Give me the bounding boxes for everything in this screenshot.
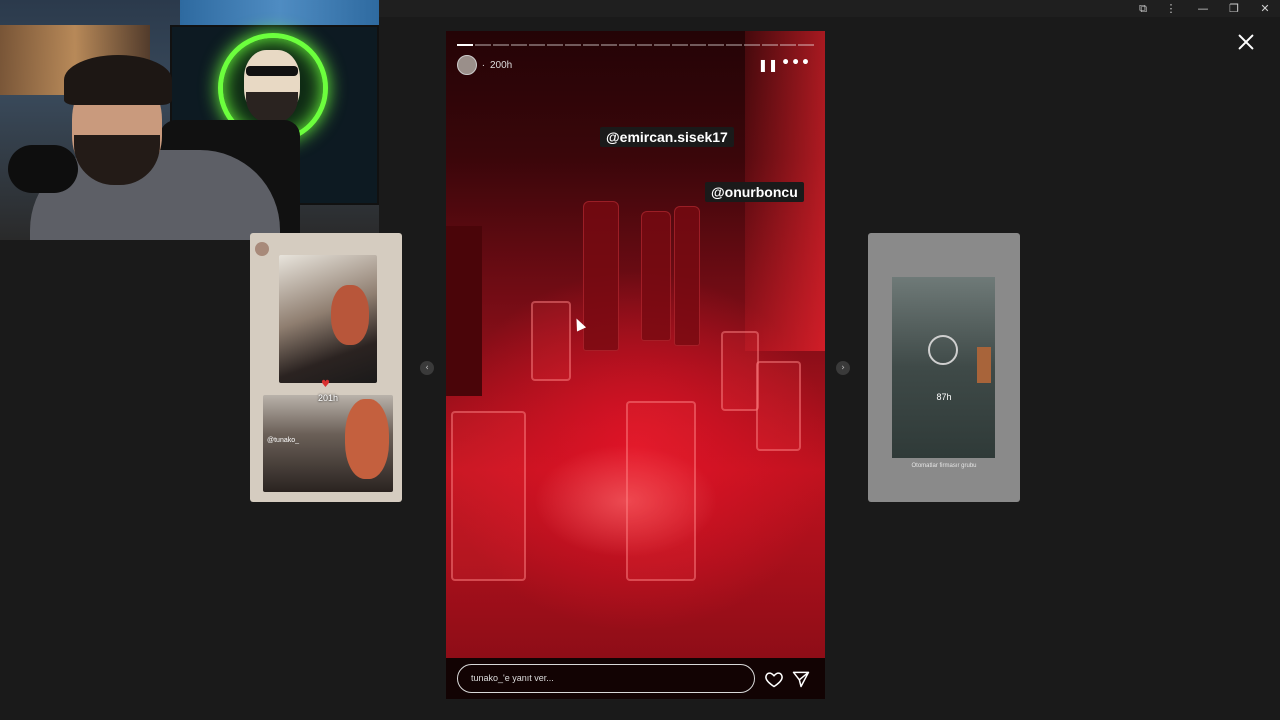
thumb-photo — [892, 277, 995, 458]
previous-arrow-icon[interactable]: ‹ — [420, 361, 434, 375]
progress-segment — [690, 44, 707, 46]
progress-segment — [618, 44, 635, 46]
progress-segment — [546, 44, 563, 46]
thumb-time: 87h — [936, 392, 952, 402]
more-icon[interactable]: ••• — [781, 55, 811, 71]
microphone — [8, 145, 78, 193]
extensions-icon[interactable]: ⧉ — [1128, 0, 1158, 17]
next-story-thumbnail[interactable]: 87h Otomatlar firmasır grubu — [868, 233, 1020, 502]
thumb-caption: Otomatlar firmasır grubu — [911, 463, 977, 469]
pause-icon[interactable]: ❚❚ — [758, 58, 778, 72]
progress-segment — [457, 44, 473, 46]
progress-segment — [528, 44, 545, 46]
story-bottle — [583, 201, 619, 351]
progress-segment — [708, 44, 725, 46]
heart-icon[interactable] — [764, 669, 784, 689]
next-arrow-icon[interactable]: › — [836, 361, 850, 375]
progress-segment — [726, 44, 743, 46]
restore-icon[interactable]: ❐ — [1219, 0, 1249, 17]
story-glass — [721, 331, 759, 411]
story-can — [446, 226, 482, 396]
thumb-avatar-ring — [928, 335, 958, 365]
neon-logo-sunglasses — [246, 66, 298, 76]
story-glass — [531, 301, 571, 381]
story-glass — [626, 401, 696, 581]
story-author-avatar[interactable] — [457, 55, 477, 75]
mention-sticker[interactable]: @onurboncu — [705, 182, 804, 202]
progress-segment — [474, 44, 491, 46]
progress-segment — [564, 44, 581, 46]
story-author-name[interactable]: . — [482, 58, 485, 69]
progress-segment — [780, 44, 797, 46]
story-bottle — [641, 211, 671, 341]
story-glass — [756, 361, 801, 451]
mention-sticker[interactable]: @emircan.sisek17 — [600, 127, 734, 147]
webcam-overlay — [0, 0, 379, 240]
story-header: . 200h ❚❚ ••• — [457, 55, 814, 75]
progress-segment — [672, 44, 689, 46]
minimize-icon[interactable]: — — [1188, 0, 1218, 17]
thumb-avatar — [255, 242, 269, 256]
progress-segment — [744, 44, 761, 46]
browser-menu-icon[interactable]: ⋮ — [1156, 0, 1186, 17]
thumb-photo-top — [279, 255, 377, 383]
progress-segment — [636, 44, 653, 46]
progress-segment — [798, 44, 815, 46]
progress-segment — [600, 44, 617, 46]
close-icon[interactable] — [1235, 31, 1257, 53]
thumb-mention: @tunako_ — [267, 437, 300, 444]
story-glass — [451, 411, 526, 581]
reply-input[interactable]: tunako_'e yanıt ver... — [457, 664, 755, 693]
window-close-icon[interactable]: ✕ — [1250, 0, 1280, 17]
story-age: 200h — [490, 60, 513, 71]
story-progress-bar — [457, 44, 815, 46]
progress-segment — [492, 44, 509, 46]
story-bottle — [674, 206, 700, 346]
progress-segment — [762, 44, 779, 46]
progress-segment — [582, 44, 599, 46]
progress-segment — [510, 44, 527, 46]
send-icon[interactable] — [791, 669, 811, 689]
heart-sticker: ♥ — [321, 379, 330, 390]
progress-segment — [654, 44, 671, 46]
streamer-hair — [64, 55, 172, 105]
thumb-time: 201h — [318, 393, 339, 403]
story-viewer[interactable]: . 200h ❚❚ ••• @emircan.sisek17 @onurbonc… — [446, 31, 825, 699]
thumb-photo-bottom: @tunako_ — [263, 395, 393, 492]
previous-story-thumbnail[interactable]: ♥ @tunako_ 201h — [250, 233, 402, 502]
